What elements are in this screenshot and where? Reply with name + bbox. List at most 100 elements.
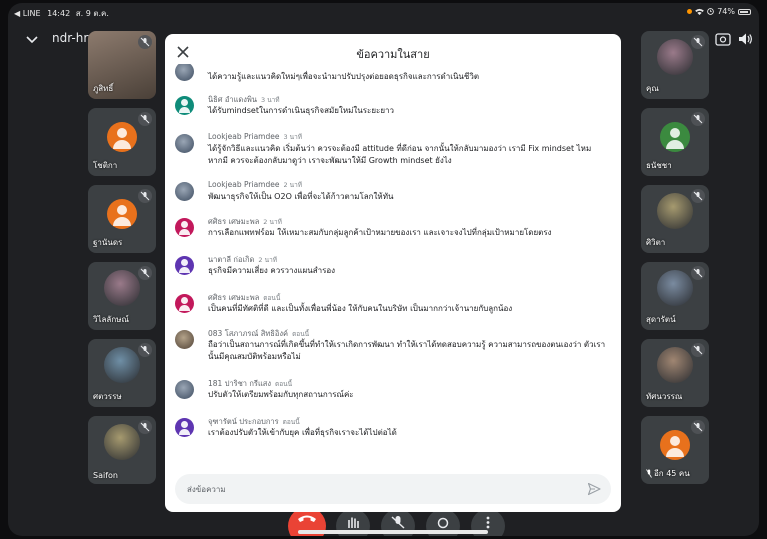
participant-name: ศิวิตา [646, 238, 666, 247]
status-right: 74% [687, 7, 751, 16]
message-time: ตอนนี้ [292, 330, 310, 338]
message-time: 3 นาที [283, 133, 303, 141]
sender-name: นิธิศ อำแดงพิน [208, 95, 258, 104]
sender-name: นาตาลี ก่อเกิด [208, 255, 255, 264]
participant-tile[interactable]: วิไลลักษณ์ [88, 262, 156, 330]
avatar [657, 39, 693, 75]
status-date: ส. 9 ต.ค. [75, 9, 109, 18]
message-time: 2 นาที [283, 181, 303, 189]
status-left: ◀ LINE 14:42 ส. 9 ต.ค. [14, 7, 109, 20]
message-text: ธุรกิจมีความเสี่ยง ควรวางแผนสำรอง [208, 266, 336, 275]
avatar [104, 270, 140, 306]
phone-hangup-icon [298, 515, 316, 522]
participant-tile[interactable]: ศตวรรษ [88, 339, 156, 407]
avatar [175, 418, 194, 437]
avatar [175, 330, 194, 349]
in-call-messages-dialog: ข้อความในสาย ได้ความรู้และแนวคิดใหม่ๆเพื… [165, 34, 621, 512]
participant-tile[interactable]: สุดารัตน์ [641, 262, 709, 330]
switch-camera-icon[interactable] [714, 30, 732, 48]
participant-tile[interactable]: ภูสิทธิ์ [88, 31, 156, 99]
participant-name: โชติกา [93, 161, 118, 170]
sender-name: 181 ปาริชา กรีแสง [208, 379, 272, 388]
message-text: ได้รับmindsetในการดำเนินธุรกิจสมัยใหม่ใน… [208, 106, 394, 115]
avatar [657, 347, 693, 383]
sender-name: Lookjeab Priamdee [208, 132, 280, 141]
participant-tile[interactable]: ทัศนวรรณ [641, 339, 709, 407]
avatar [175, 256, 194, 275]
avatar [175, 294, 194, 313]
avatar [175, 134, 194, 153]
dialog-title: ข้อความในสาย [356, 48, 430, 61]
mic-off-icon [691, 343, 705, 357]
avatar [660, 430, 690, 460]
message-list[interactable]: ได้ความรู้และแนวคิดใหม่ๆเพื่อจะนำมาปรับป… [165, 64, 621, 454]
send-icon[interactable] [587, 482, 601, 496]
mic-off-icon [138, 35, 152, 49]
avatar [175, 218, 194, 237]
message-text: เราต้องปรับตัวให้เข้ากับยุค เพื่อที่ธุรก… [208, 428, 397, 437]
sender-name: 083 โสภาภรณ์ สิทธิอิงค์ [208, 329, 289, 338]
message-time: ตอนนี้ [282, 418, 300, 426]
message-time: 3 นาที [261, 96, 280, 104]
camera-icon [437, 517, 449, 529]
battery-percent: 74% [717, 7, 735, 16]
mic-off-icon [138, 112, 152, 126]
message-text: การเลือกแพทฟร์อม ให้เหมาะสมกับกลุ่มลูกค้… [208, 228, 552, 237]
mic-off-icon [391, 516, 405, 529]
screen-time-icon [707, 8, 715, 15]
participant-tile[interactable]: ฐานันดร [88, 185, 156, 253]
mic-off-icon [646, 469, 652, 478]
compose-bar [175, 474, 611, 504]
status-time: 14:42 [47, 9, 71, 18]
home-indicator[interactable] [298, 530, 488, 534]
chevron-down-icon[interactable] [24, 31, 40, 47]
speaker-icon[interactable] [736, 30, 754, 48]
mic-off-icon [138, 343, 152, 357]
avatar [657, 270, 693, 306]
message-time: 2 นาที [258, 256, 278, 264]
avatar [175, 64, 194, 81]
participant-tile[interactable]: ธนัชชา [641, 108, 709, 176]
avatar [175, 182, 194, 201]
mic-off-icon [691, 112, 705, 126]
participant-tile[interactable]: Saifon [88, 416, 156, 484]
mic-off-icon [138, 420, 152, 434]
participant-tile[interactable]: อีก 45 คน [641, 416, 709, 484]
message-text: ได้รู้จักวิธีและแนวคิด เริ่มต้นว่า ควรจะ… [208, 144, 592, 165]
message-input[interactable] [187, 481, 567, 497]
participant-name: ภูสิทธิ์ [93, 84, 114, 93]
participant-name: สุดารัตน์ [646, 315, 676, 324]
wifi-icon [695, 8, 705, 15]
participant-name: ฐานันดร [93, 238, 123, 247]
mic-off-icon [138, 189, 152, 203]
participant-name: วิไลลักษณ์ [93, 315, 129, 324]
participant-name: Saifon [93, 471, 118, 480]
sender-name: จุฑารัตน์ ประกอบการ [208, 417, 279, 426]
avatar [657, 193, 693, 229]
battery-icon [738, 8, 751, 15]
message-text: เป็นคนที่มีทัศติที่ดี และเป็นทั้งเพื่อนพ… [208, 304, 513, 313]
sender-name: ศศิธร เศษมะพล [208, 217, 260, 226]
more-vertical-icon [486, 516, 490, 529]
message-time: ตอนนี้ [263, 294, 281, 302]
mic-in-use-indicator-icon [687, 9, 693, 14]
mic-off-icon [691, 189, 705, 203]
message-text: พัฒนาธุรกิจให้เป็น O2O เพื่อที่จะได้ก้าว… [208, 192, 394, 201]
mic-off-icon [138, 266, 152, 280]
message-time: 2 นาที [263, 218, 282, 226]
message-text: ปรับตัวให้เตรียมพร้อมกับทุกสถานการณ์ค่ะ [208, 390, 354, 399]
status-bar: ◀ LINE 14:42 ส. 9 ต.ค. 74% [8, 3, 759, 21]
avatar [104, 424, 140, 460]
back-to-line-link[interactable]: ◀ LINE [14, 9, 41, 18]
avatar [104, 347, 140, 383]
message-text: ถือว่าเป็นสถานการณ์ที่เกิดขึ้นที่ทำให้เร… [208, 340, 606, 361]
meet-window: ◀ LINE 14:42 ส. 9 ต.ค. 74% ndr-hryf-rac▸… [8, 3, 759, 536]
participant-tile[interactable]: ศิวิตา [641, 185, 709, 253]
participant-name: ศตวรรษ [93, 392, 122, 401]
avatar [175, 380, 194, 399]
participant-tile[interactable]: โชติกา [88, 108, 156, 176]
sender-name: ศศิธร เศษมะพล [208, 293, 260, 302]
avatar [107, 122, 137, 152]
participant-tile[interactable]: คุณ [641, 31, 709, 99]
more-participants-count: อีก 45 คน [646, 467, 690, 480]
